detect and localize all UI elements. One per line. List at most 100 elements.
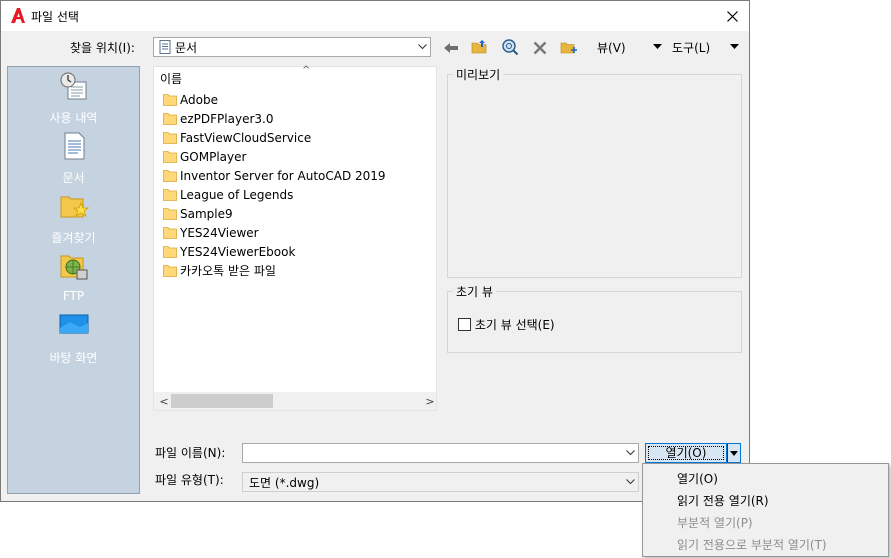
lookin-combo[interactable]: 문서	[153, 37, 431, 57]
desktop-icon	[59, 314, 88, 334]
tools-menu[interactable]: 도구(L)	[672, 39, 710, 56]
places-favorites[interactable]: 즐겨찾기	[8, 190, 139, 246]
open-button[interactable]: 열기(O)	[645, 443, 727, 463]
file-list-item[interactable]: FastViewCloudService	[163, 128, 386, 147]
back-arrow-icon	[444, 43, 458, 53]
places-sidebar: 사용 내역 문서 즐겨찾기 FTP 바탕 화면	[7, 66, 140, 494]
file-name: 카카오톡 받은 파일	[180, 264, 276, 278]
file-rows: Adobe ezPDFPlayer3.0 FastViewCloudService G…	[163, 90, 386, 280]
places-label: 바탕 화면	[49, 351, 98, 365]
chevron-down-icon[interactable]	[622, 473, 638, 491]
chevron-down-icon[interactable]	[622, 444, 638, 462]
folder-up-icon	[471, 40, 487, 54]
search-icon	[502, 39, 519, 56]
file-list-item[interactable]: ezPDFPlayer3.0	[163, 109, 386, 128]
lookin-label: 찾을 위치(I):	[70, 41, 135, 55]
folder-icon	[163, 94, 177, 106]
file-list-item[interactable]: Inventor Server for AutoCAD 2019	[163, 166, 386, 185]
preview-title: 미리보기	[453, 66, 504, 83]
autocad-logo-icon	[11, 8, 25, 23]
favorites-icon	[60, 196, 89, 218]
places-history[interactable]: 사용 내역	[8, 70, 139, 126]
back-button[interactable]	[440, 37, 462, 59]
file-select-dialog: 파일 선택 찾을 위치(I): 문서 뷰(V) 도구(L) 사용 내역 문서 즐…	[0, 0, 750, 502]
filename-input[interactable]	[243, 445, 622, 461]
tools-dropdown-icon[interactable]	[730, 44, 739, 49]
file-name: Adobe	[180, 92, 218, 107]
new-folder-button[interactable]	[558, 36, 580, 58]
menu-item-partial-open[interactable]: 부분적 열기(P)	[677, 514, 753, 531]
file-name: FastViewCloudService	[180, 130, 312, 145]
history-icon	[60, 72, 86, 100]
menu-item-open-readonly[interactable]: 읽기 전용 열기(R)	[677, 492, 769, 509]
places-desktop[interactable]: 바탕 화면	[8, 310, 139, 366]
folder-icon	[163, 113, 177, 125]
file-name: GOMPlayer	[180, 149, 247, 164]
places-label: FTP	[62, 289, 85, 303]
file-list-item[interactable]: Sample9	[163, 204, 386, 223]
file-name: Inventor Server for AutoCAD 2019	[180, 168, 386, 183]
file-name: ezPDFPlayer3.0	[180, 111, 274, 126]
places-label: 즐겨찾기	[51, 231, 96, 245]
filename-label: 파일 이름(N):	[155, 446, 226, 460]
horizontal-scrollbar[interactable]: < >	[154, 392, 436, 410]
open-options-menu: 열기(O) 읽기 전용 열기(R) 부분적 열기(P) 읽기 전용으로 부분적 …	[642, 463, 889, 557]
folder-icon	[163, 151, 177, 163]
close-icon	[726, 10, 738, 22]
menu-item-open[interactable]: 열기(O)	[677, 470, 718, 487]
file-name: League of Legends	[180, 187, 294, 202]
close-button[interactable]	[715, 1, 749, 31]
scrollbar-thumb[interactable]	[171, 394, 273, 408]
folder-icon	[163, 170, 177, 182]
documents-icon	[64, 132, 84, 160]
file-list-item[interactable]: 카카오톡 받은 파일	[163, 261, 386, 280]
column-header-name[interactable]: 이름	[160, 70, 182, 87]
file-list-item[interactable]: Adobe	[163, 90, 386, 109]
scroll-right-icon[interactable]: >	[422, 393, 438, 409]
file-list-item[interactable]: League of Legends	[163, 185, 386, 204]
views-menu[interactable]: 뷰(V)	[597, 39, 626, 56]
filetype-label: 파일 유형(T):	[155, 473, 224, 487]
folder-icon	[163, 265, 177, 277]
places-ftp[interactable]: FTP	[8, 250, 139, 303]
chevron-down-icon	[414, 38, 430, 56]
menu-item-partial-open-readonly[interactable]: 읽기 전용으로 부분적 열기(T)	[677, 536, 827, 553]
folder-icon	[163, 208, 177, 220]
lookin-value: 문서	[175, 40, 198, 55]
initial-view-checkbox[interactable]: 초기 뷰 선택(E)	[458, 316, 555, 333]
places-documents[interactable]: 문서	[8, 130, 139, 186]
filetype-combo[interactable]: 도면 (*.dwg)	[242, 472, 639, 492]
file-name: YES24Viewer	[180, 225, 259, 240]
initial-view-checkbox-label: 초기 뷰 선택(E)	[474, 318, 555, 332]
filename-combo[interactable]	[242, 443, 639, 463]
file-list-item[interactable]: YES24Viewer	[163, 223, 386, 242]
window-title: 파일 선택	[31, 10, 79, 24]
folder-icon	[163, 132, 177, 144]
places-label: 사용 내역	[49, 111, 98, 125]
open-options-button[interactable]	[727, 443, 741, 463]
preview-panel	[447, 74, 742, 278]
document-icon	[159, 40, 171, 54]
up-folder-button[interactable]	[469, 36, 491, 58]
title-bar: 파일 선택	[1, 1, 749, 31]
folder-icon	[163, 227, 177, 239]
ftp-icon	[60, 255, 87, 280]
folder-icon	[163, 189, 177, 201]
delete-button[interactable]	[529, 37, 551, 59]
file-list[interactable]: ^ 이름 Adobe ezPDFPlayer3.0 FastViewCloudSer…	[153, 65, 437, 411]
file-name: Sample9	[180, 206, 233, 221]
new-folder-icon	[560, 42, 577, 54]
search-web-button[interactable]	[499, 36, 521, 58]
filetype-value: 도면 (*.dwg)	[249, 475, 320, 490]
folder-icon	[163, 246, 177, 258]
views-dropdown-icon[interactable]	[653, 44, 662, 49]
dropdown-arrow-icon	[730, 450, 738, 456]
file-list-item[interactable]: GOMPlayer	[163, 147, 386, 166]
checkbox-box[interactable]	[458, 318, 471, 331]
places-label: 문서	[62, 171, 85, 185]
file-list-item[interactable]: YES24ViewerEbook	[163, 242, 386, 261]
file-name: YES24ViewerEbook	[180, 244, 296, 259]
delete-icon	[533, 41, 547, 55]
initial-view-title: 초기 뷰	[453, 283, 496, 300]
scroll-left-icon[interactable]: <	[156, 393, 172, 409]
